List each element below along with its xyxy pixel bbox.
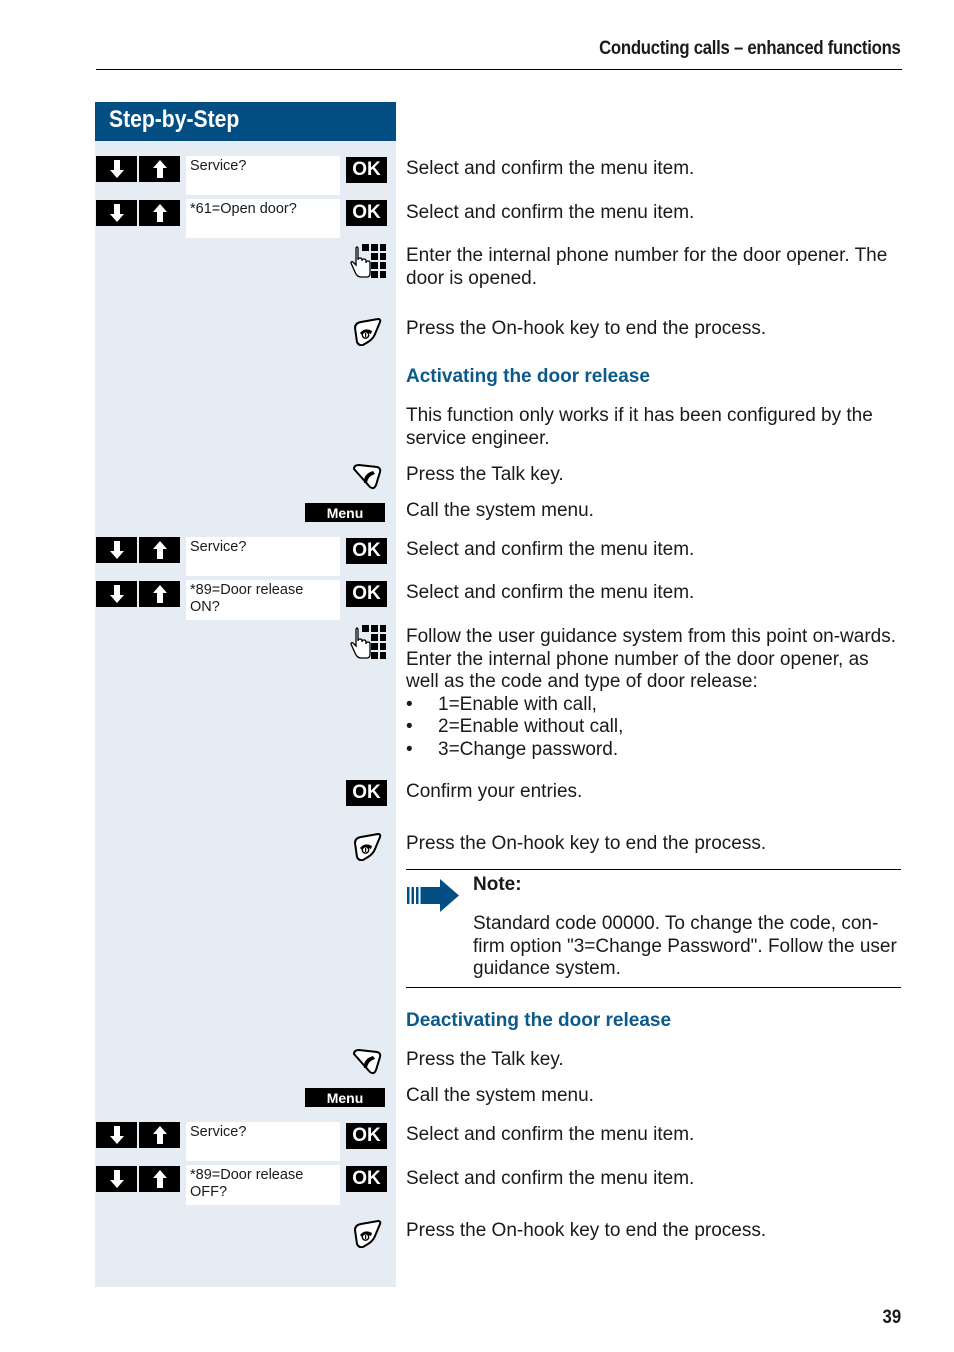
talk-key-icon bbox=[352, 1048, 382, 1076]
arrow-down-icon bbox=[109, 584, 125, 604]
note-arrow-icon bbox=[407, 879, 459, 912]
step-text: Press the Talk key. bbox=[406, 464, 564, 485]
arrow-up-icon bbox=[152, 1169, 168, 1189]
down-arrow-key[interactable] bbox=[96, 537, 137, 563]
guidance-block: Follow the user guidance system from thi… bbox=[406, 626, 901, 761]
note-top-rule bbox=[406, 869, 901, 870]
step-text: Call the system menu. bbox=[406, 500, 594, 521]
ok-key[interactable]: OK bbox=[346, 581, 387, 607]
step-text: Press the On-hook key to end the process… bbox=[406, 318, 767, 339]
option-item: 2=Enable without call, bbox=[406, 716, 901, 739]
down-arrow-key[interactable] bbox=[96, 1122, 137, 1148]
arrow-down-icon bbox=[109, 1169, 125, 1189]
header-divider bbox=[96, 69, 902, 70]
ok-key[interactable]: OK bbox=[346, 1166, 387, 1192]
down-arrow-key[interactable] bbox=[96, 200, 137, 226]
display-door-release-off: *89=Door release OFF? bbox=[186, 1165, 340, 1205]
arrow-up-icon bbox=[152, 159, 168, 179]
down-arrow-key[interactable] bbox=[96, 156, 137, 182]
ok-key[interactable]: OK bbox=[346, 157, 387, 183]
up-arrow-key[interactable] bbox=[139, 581, 180, 607]
on-hook-key-icon bbox=[352, 1220, 382, 1248]
display-door-release-on: *89=Door release ON? bbox=[186, 580, 340, 620]
step-text: Select and confirm the menu item. bbox=[406, 158, 695, 179]
step-text: Press the Talk key. bbox=[406, 1049, 564, 1070]
step-text: Call the system menu. bbox=[406, 1085, 594, 1106]
option-item: 1=Enable with call, bbox=[406, 694, 901, 717]
arrow-down-icon bbox=[109, 159, 125, 179]
display-service: Service? bbox=[186, 156, 340, 195]
on-hook-key-icon bbox=[352, 833, 382, 861]
sidebar-title-bar: Step-by-Step bbox=[95, 102, 396, 141]
step-text: Select and confirm the menu item. bbox=[406, 539, 695, 560]
menu-key[interactable]: Menu bbox=[305, 503, 385, 522]
keypad-icon bbox=[350, 243, 386, 283]
arrow-down-icon bbox=[109, 540, 125, 560]
arrow-down-icon bbox=[109, 203, 125, 223]
ok-key[interactable]: OK bbox=[346, 538, 387, 564]
section-heading-deactivating: Deactivating the door release bbox=[406, 1010, 672, 1031]
running-head-title: Conducting calls – enhanced functions bbox=[599, 38, 902, 59]
step-text: Press the On-hook key to end the process… bbox=[406, 833, 767, 854]
note-bottom-rule bbox=[406, 987, 901, 988]
ok-key[interactable]: OK bbox=[346, 780, 387, 806]
step-text: Enter the internal phone number for the … bbox=[406, 245, 888, 289]
ok-key[interactable]: OK bbox=[346, 200, 387, 226]
display-service: Service? bbox=[186, 1122, 340, 1161]
step-text: Select and confirm the menu item. bbox=[406, 582, 695, 603]
step-text: Select and confirm the menu item. bbox=[406, 1168, 695, 1189]
step-text: Select and confirm the menu item. bbox=[406, 202, 695, 223]
ok-key[interactable]: OK bbox=[346, 1123, 387, 1149]
up-arrow-key[interactable] bbox=[139, 156, 180, 182]
option-list: 1=Enable with call, 2=Enable without cal… bbox=[406, 694, 901, 762]
keypad-icon bbox=[350, 624, 386, 664]
up-arrow-key[interactable] bbox=[139, 200, 180, 226]
arrow-up-icon bbox=[152, 584, 168, 604]
section-intro: This function only works if it has been … bbox=[406, 405, 873, 449]
arrow-up-icon bbox=[152, 1125, 168, 1145]
down-arrow-key[interactable] bbox=[96, 1166, 137, 1192]
display-service: Service? bbox=[186, 537, 340, 576]
step-text: Follow the user guidance system from thi… bbox=[406, 626, 896, 692]
display-open-door: *61=Open door? bbox=[186, 199, 340, 238]
arrow-down-icon bbox=[109, 1125, 125, 1145]
arrow-up-icon bbox=[152, 203, 168, 223]
option-item: 3=Change password. bbox=[406, 739, 901, 762]
on-hook-key-icon bbox=[352, 318, 382, 346]
talk-key-icon bbox=[352, 463, 382, 491]
step-text: Press the On-hook key to end the process… bbox=[406, 1220, 767, 1241]
up-arrow-key[interactable] bbox=[139, 1166, 180, 1192]
page-number: 39 bbox=[882, 1307, 901, 1328]
sidebar-title: Step-by-Step bbox=[109, 106, 240, 133]
section-heading-activating: Activating the door release bbox=[406, 366, 650, 387]
down-arrow-key[interactable] bbox=[96, 581, 137, 607]
note-text: Standard code 00000. To change the code,… bbox=[473, 913, 897, 979]
note-label: Note: bbox=[473, 874, 522, 895]
arrow-up-icon bbox=[152, 540, 168, 560]
up-arrow-key[interactable] bbox=[139, 537, 180, 563]
step-text: Confirm your entries. bbox=[406, 781, 583, 802]
step-text: Select and confirm the menu item. bbox=[406, 1124, 695, 1145]
up-arrow-key[interactable] bbox=[139, 1122, 180, 1148]
menu-key[interactable]: Menu bbox=[305, 1088, 385, 1107]
